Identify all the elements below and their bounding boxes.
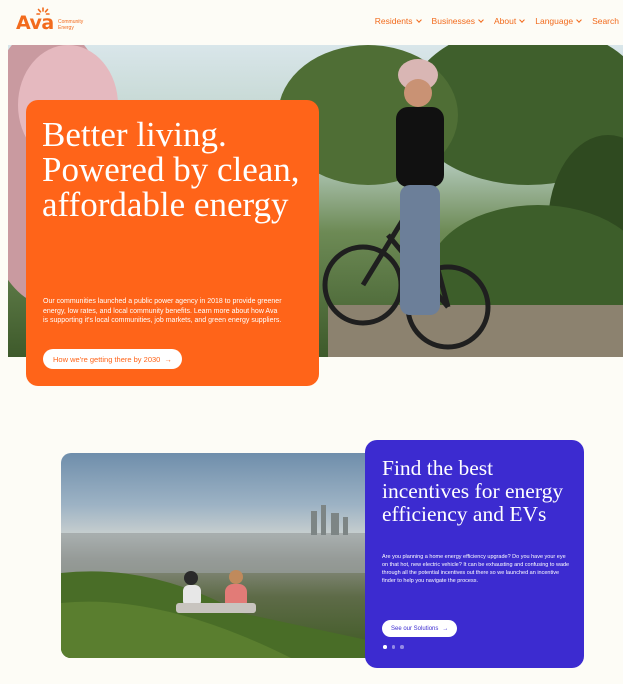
see-solutions-button[interactable]: See our Solutions → bbox=[382, 620, 458, 637]
logo-subtitle: Community Energy bbox=[58, 19, 83, 31]
nav-about[interactable]: About bbox=[494, 16, 526, 26]
carousel-dots bbox=[383, 645, 404, 649]
chevron-down-icon bbox=[478, 16, 484, 23]
chevron-down-icon bbox=[415, 16, 422, 23]
see-solutions-label: See our Solutions bbox=[391, 625, 439, 632]
getting-there-2030-label: How we're getting there by 2030 bbox=[53, 354, 161, 364]
nav-businesses[interactable]: Businesses bbox=[431, 16, 484, 26]
sun-icon bbox=[36, 7, 50, 15]
hero-card: Better living. Powered by clean, afforda… bbox=[26, 100, 319, 386]
chevron-down-icon bbox=[576, 16, 582, 23]
hero-description: Our communities launched a public power … bbox=[43, 298, 282, 324]
chevron-down-icon bbox=[519, 16, 526, 23]
nav-search-label: Search bbox=[592, 16, 619, 26]
ava-logo[interactable]: Ava Community Energy bbox=[16, 7, 83, 33]
incentives-title: Find the best incentives for energy effi… bbox=[382, 456, 564, 526]
nav-businesses-label: Businesses bbox=[431, 16, 476, 26]
getting-there-2030-button[interactable]: How we're getting there by 2030 → bbox=[43, 349, 182, 369]
nav-about-label: About bbox=[494, 16, 517, 26]
logo-mark: Ava bbox=[16, 7, 54, 33]
logo-subtitle-line2: Energy bbox=[58, 25, 74, 31]
nav-language[interactable]: Language bbox=[535, 16, 582, 26]
nav-language-label: Language bbox=[535, 16, 574, 26]
incentives-card: Find the best incentives for energy effi… bbox=[365, 440, 584, 668]
hero-title: Better living. Powered by clean, afforda… bbox=[42, 115, 300, 224]
arrow-right-icon: → bbox=[442, 625, 449, 632]
city-image bbox=[61, 453, 381, 658]
nav-search[interactable]: Search bbox=[592, 16, 619, 26]
carousel-dot-3[interactable] bbox=[400, 645, 404, 649]
incentives-description: Are you planning a home energy efficienc… bbox=[382, 554, 570, 584]
site-header: Ava Community Energy Residents Businesse… bbox=[0, 0, 623, 44]
arrow-right-icon: → bbox=[164, 354, 172, 364]
carousel-dot-2[interactable] bbox=[391, 645, 395, 649]
nav-residents-label: Residents bbox=[374, 16, 413, 26]
main-nav: Residents Businesses About Language Sear… bbox=[375, 16, 619, 26]
nav-residents[interactable]: Residents bbox=[374, 16, 422, 26]
carousel-dot-1[interactable] bbox=[383, 645, 387, 649]
